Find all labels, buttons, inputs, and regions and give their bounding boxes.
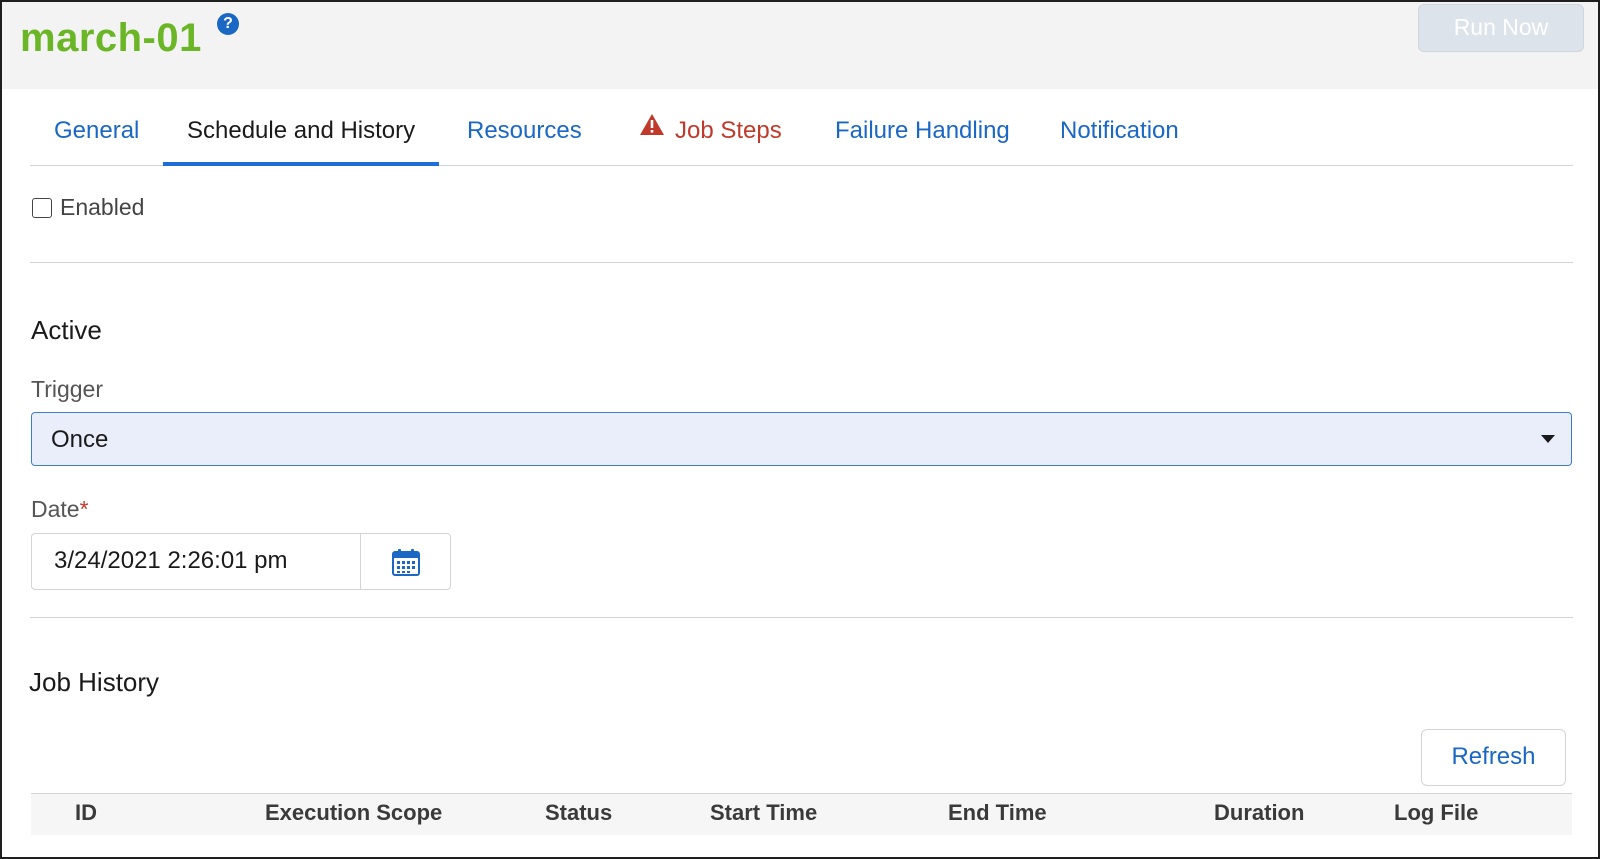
date-label: Date*	[31, 496, 89, 523]
column-header-start-time[interactable]: Start Time	[710, 800, 817, 826]
date-label-text: Date	[31, 496, 80, 522]
tab-failure-handling[interactable]: Failure Handling	[811, 100, 1034, 166]
enabled-label: Enabled	[60, 194, 145, 220]
tab-resources[interactable]: Resources	[443, 100, 606, 166]
required-mark: *	[79, 496, 89, 522]
calendar-icon	[392, 548, 420, 581]
refresh-button[interactable]: Refresh	[1421, 729, 1566, 786]
tab-bar: General Schedule and History Resources J…	[30, 100, 1573, 166]
date-input[interactable]: 3/24/2021 2:26:01 pm	[31, 533, 361, 590]
column-header-duration[interactable]: Duration	[1214, 800, 1304, 826]
active-section-title: Active	[31, 315, 102, 345]
tab-job-steps[interactable]: Job Steps	[615, 100, 806, 166]
chevron-down-icon	[1541, 435, 1555, 443]
tab-general[interactable]: General	[30, 100, 163, 166]
calendar-button[interactable]	[360, 533, 451, 590]
column-header-id[interactable]: ID	[75, 800, 97, 826]
job-history-title: Job History	[29, 667, 160, 697]
tab-notification[interactable]: Notification	[1036, 100, 1203, 166]
trigger-label: Trigger	[31, 376, 103, 402]
enabled-checkbox[interactable]	[32, 198, 52, 218]
column-header-status[interactable]: Status	[545, 800, 612, 826]
run-now-button[interactable]: Run Now	[1418, 4, 1584, 52]
trigger-select[interactable]: Once	[31, 412, 1572, 466]
job-editor-window: march-01 ? Run Now General Schedule and …	[0, 0, 1600, 859]
page-header: march-01 ? Run Now	[2, 2, 1598, 89]
job-history-table-header: ID Execution Scope Status Start Time End…	[31, 793, 1572, 835]
tab-job-steps-label: Job Steps	[675, 117, 782, 144]
help-icon[interactable]: ?	[217, 13, 239, 35]
trigger-select-value: Once	[51, 426, 109, 453]
divider	[30, 262, 1573, 263]
column-header-end-time[interactable]: End Time	[948, 800, 1047, 826]
page-title: march-01	[20, 16, 202, 60]
column-header-execution-scope[interactable]: Execution Scope	[265, 800, 442, 826]
divider	[30, 617, 1573, 618]
warning-triangle-icon	[639, 98, 665, 160]
tab-schedule-and-history[interactable]: Schedule and History	[163, 100, 440, 166]
column-header-log-file[interactable]: Log File	[1394, 800, 1478, 826]
